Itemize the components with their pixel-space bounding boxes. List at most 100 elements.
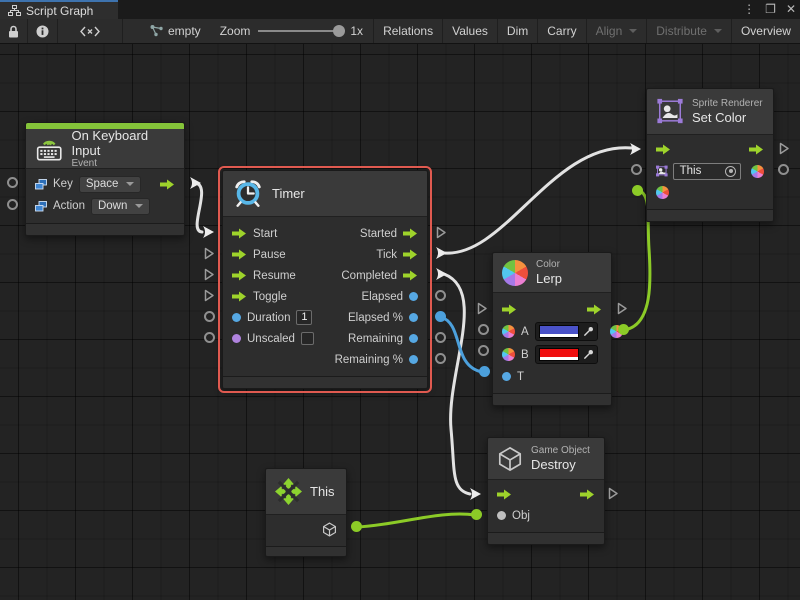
key-dropdown[interactable]: Space [79, 176, 142, 193]
toolbar-button-align[interactable]: Align [587, 19, 648, 43]
lock-button[interactable] [0, 19, 28, 43]
node-this[interactable]: This [265, 468, 347, 557]
ext-port-lerp-color-out[interactable] [618, 324, 629, 335]
toolbar-button-values[interactable]: Values [443, 19, 498, 43]
ext-port-action-input[interactable] [7, 199, 18, 210]
value-port[interactable] [409, 334, 418, 343]
tab-script-graph[interactable]: Script Graph [0, 0, 118, 19]
ext-port-setcolor-target-in[interactable] [631, 164, 642, 175]
ext-port-destroy-flow-in[interactable] [469, 487, 482, 501]
flow-output-arrow[interactable] [403, 270, 418, 281]
flow-output-arrow[interactable] [749, 144, 764, 155]
ext-port-tick-out[interactable] [435, 246, 448, 260]
wire-completed-to-destroy[interactable] [444, 274, 470, 494]
flow-input-arrow[interactable] [232, 291, 247, 302]
flow-output-arrow[interactable] [160, 179, 175, 190]
node-on-keyboard-input[interactable]: On Keyboard Input Event Key Space [25, 122, 185, 236]
ext-port-pause-in[interactable] [204, 247, 215, 260]
graph-canvas[interactable]: On Keyboard Input Event Key Space [0, 44, 800, 600]
toolbar-button-distribute[interactable]: Distribute [647, 19, 732, 43]
flow-input-arrow[interactable] [232, 249, 247, 260]
close-icon[interactable]: ✕ [786, 0, 796, 19]
ext-port-destroy-flow-out[interactable] [608, 487, 619, 500]
flow-input-arrow[interactable] [497, 489, 512, 500]
window-menu-icon[interactable]: ⋮ [743, 0, 755, 19]
node-timer[interactable]: Timer Start Started Pause Tick Resume [222, 170, 428, 389]
ext-port-lerp-t-in[interactable] [479, 366, 490, 377]
ext-port-setcolor-flow-out[interactable] [779, 142, 790, 155]
value-port[interactable] [232, 313, 241, 322]
node-color-lerp[interactable]: Color Lerp A [492, 252, 612, 406]
color-field-a[interactable] [535, 322, 598, 341]
action-dropdown[interactable]: Down [91, 198, 150, 215]
ext-port-lerp-flow-in[interactable] [477, 302, 488, 315]
ext-port-elapsed-pct-out[interactable] [435, 311, 446, 322]
graph-icon [8, 5, 21, 16]
value-port[interactable] [409, 292, 418, 301]
value-port[interactable] [409, 313, 418, 322]
port-label-tick: Tick [376, 249, 397, 261]
flow-output-arrow[interactable] [587, 304, 602, 315]
ext-port-completed-out[interactable] [435, 267, 448, 281]
value-port[interactable] [232, 334, 241, 343]
ext-port-lerp-a-in[interactable] [478, 324, 489, 335]
object-picker-icon[interactable] [725, 166, 736, 177]
eyedropper-icon[interactable] [583, 326, 594, 337]
ext-port-keyboard-flow-out[interactable] [189, 176, 202, 190]
node-set-color[interactable]: Sprite Renderer Set Color This [646, 88, 774, 222]
info-button[interactable] [28, 19, 58, 43]
toolbar-button-overview[interactable]: Overview [732, 19, 800, 43]
target-object-field[interactable]: This [673, 163, 741, 180]
value-port[interactable] [497, 511, 506, 520]
color-port[interactable] [502, 348, 515, 361]
color-swatch-b[interactable] [539, 348, 579, 361]
wire-keyboard-to-timer-start[interactable] [195, 183, 202, 232]
ext-port-remaining-out[interactable] [435, 332, 446, 343]
color-swatch-a[interactable] [539, 325, 579, 338]
ext-port-setcolor-color-in[interactable] [632, 185, 643, 196]
ext-port-this-out[interactable] [351, 521, 362, 532]
maximize-icon[interactable]: ❐ [765, 0, 776, 19]
edit-graph-button[interactable] [58, 19, 123, 43]
flow-output-arrow[interactable] [403, 228, 418, 239]
ext-port-toggle-in[interactable] [204, 289, 215, 302]
flow-input-arrow[interactable] [232, 228, 247, 239]
ext-port-unscaled-in[interactable] [204, 332, 215, 343]
wire-tick-to-setcolor[interactable] [444, 148, 632, 253]
value-port[interactable] [409, 355, 418, 364]
ext-port-start-in[interactable] [202, 225, 215, 239]
ext-port-destroy-obj-in[interactable] [471, 509, 482, 520]
toolbar-button-dim[interactable]: Dim [498, 19, 538, 43]
eyedropper-icon[interactable] [583, 349, 594, 360]
value-port[interactable] [502, 372, 511, 381]
toolbar-button-carry[interactable]: Carry [538, 19, 586, 43]
flow-input-arrow[interactable] [502, 304, 517, 315]
ext-port-remaining-pct-out[interactable] [435, 353, 446, 364]
ext-port-lerp-b-in[interactable] [478, 345, 489, 356]
duration-input[interactable]: 1 [296, 310, 312, 325]
ext-port-setcolor-flow-in[interactable] [629, 142, 642, 156]
ext-port-setcolor-color-out[interactable] [778, 164, 789, 175]
color-output-port[interactable] [751, 165, 764, 178]
sprite-renderer-port-icon[interactable] [656, 164, 668, 178]
color-field-b[interactable] [535, 345, 598, 364]
node-destroy[interactable]: Game Object Destroy Obj [487, 437, 605, 545]
ext-port-resume-in[interactable] [204, 268, 215, 281]
ext-port-lerp-flow-out[interactable] [617, 302, 628, 315]
ext-port-started-out[interactable] [436, 226, 447, 239]
flow-input-arrow[interactable] [232, 270, 247, 281]
flow-output-arrow[interactable] [580, 489, 595, 500]
game-object-output-port[interactable] [322, 522, 337, 537]
flow-input-arrow[interactable] [656, 144, 671, 155]
color-port[interactable] [502, 325, 515, 338]
ext-port-elapsed-out[interactable] [435, 290, 446, 301]
zoom-slider-handle[interactable] [333, 25, 345, 37]
flow-output-arrow[interactable] [403, 249, 418, 260]
toolbar-button-relations[interactable]: Relations [374, 19, 443, 43]
color-input-port[interactable] [656, 186, 669, 199]
ext-port-key-input[interactable] [7, 177, 18, 188]
wire-this-to-destroy-obj[interactable] [357, 514, 475, 527]
zoom-slider[interactable] [258, 30, 342, 32]
ext-port-duration-in[interactable] [204, 311, 215, 322]
unscaled-checkbox[interactable] [301, 332, 314, 345]
